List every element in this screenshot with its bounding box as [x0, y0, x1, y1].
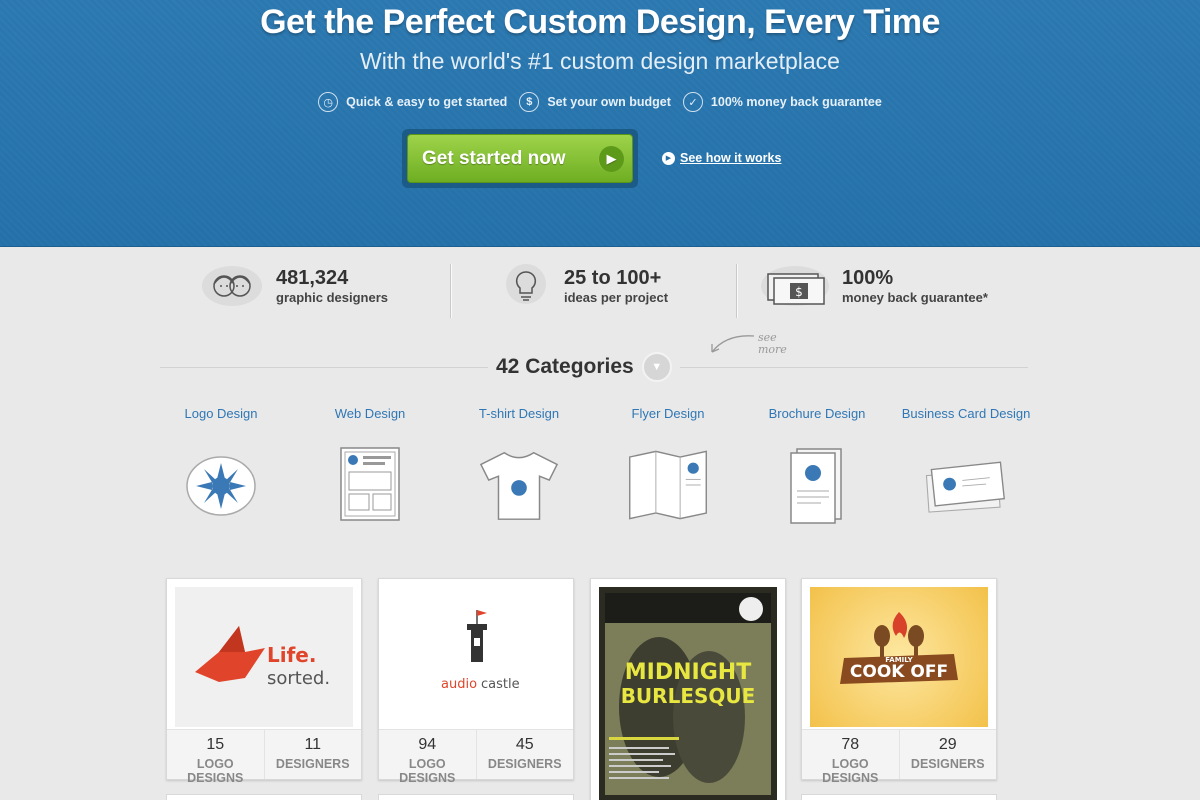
- count-label: LOGO DESIGNS: [187, 757, 244, 785]
- feature-item: ✓ 100% money back guarantee: [682, 92, 882, 112]
- feature-label: 100% money back guarantee: [710, 95, 882, 109]
- brochure-icon: [775, 443, 859, 527]
- logo-designs-count: 15 LOGO DESIGNS: [167, 730, 265, 785]
- stat-label: graphic designers: [276, 290, 388, 305]
- check-icon: ✓: [682, 92, 703, 112]
- hero-title: Get the Perfect Custom Design, Every Tim…: [260, 3, 940, 41]
- stat-value: 25 to 100+: [564, 267, 662, 289]
- category-label[interactable]: Logo Design: [151, 406, 291, 421]
- svg-text:$: $: [795, 285, 803, 299]
- count-value: 94: [418, 736, 437, 753]
- tshirt-icon: [477, 443, 561, 527]
- count-value: 15: [206, 736, 225, 753]
- design-card[interactable]: Life. sorted. 15 LOGO DESIGNS 11 DESIGNE…: [166, 578, 362, 785]
- logo-designs-count: 94 LOGO DESIGNS: [379, 730, 477, 785]
- brand-line: Life.: [267, 643, 316, 667]
- see-how-it-works-link[interactable]: ▶ See how it works: [662, 151, 781, 165]
- count-label: DESIGNERS: [275, 757, 350, 771]
- category-label[interactable]: Brochure Design: [747, 406, 887, 421]
- designers-count: 45 DESIGNERS: [477, 730, 574, 779]
- feature-item: ◷ Quick & easy to get started: [318, 92, 507, 112]
- brand-line: audio: [441, 677, 477, 692]
- design-card-next[interactable]: [378, 794, 574, 800]
- category-label[interactable]: Business Card Design: [896, 406, 1036, 421]
- category-logo-design[interactable]: Logo Design: [151, 406, 291, 527]
- life-sorted-logo[interactable]: Life. sorted.: [175, 587, 353, 727]
- get-started-button[interactable]: Get started now ▶: [407, 134, 633, 183]
- brand-line: BURLESQUE: [621, 684, 756, 708]
- category-label[interactable]: T-shirt Design: [449, 406, 589, 421]
- designers-count: 11 DESIGNERS: [265, 730, 362, 779]
- see-more-hint: see more: [706, 330, 787, 363]
- stat-ideas: 25 to 100+ ideas per project: [500, 262, 668, 310]
- feature-item: $ Set your own budget: [519, 92, 671, 112]
- count-label: DESIGNERS: [910, 757, 985, 771]
- logo-designs-count: 78 LOGO DESIGNS: [802, 730, 900, 785]
- midnight-burlesque-poster[interactable]: MIDNIGHT BURLESQUE: [599, 587, 777, 800]
- category-flyer-design[interactable]: Flyer Design: [598, 406, 738, 527]
- stat-value: 100%: [842, 267, 894, 289]
- audiocastle-logo[interactable]: audio castle: [387, 587, 565, 727]
- cta-frame: Get started now ▶: [402, 129, 638, 188]
- card-stats: 15 LOGO DESIGNS 11 DESIGNERS: [167, 729, 362, 785]
- category-tshirt-design[interactable]: T-shirt Design: [449, 406, 589, 527]
- business-card-icon: [924, 443, 1008, 527]
- brand-line: COOK OFF: [850, 662, 948, 682]
- design-card-next[interactable]: [801, 794, 997, 800]
- see-more-label: see more: [758, 331, 787, 356]
- count-label: LOGO DESIGNS: [399, 757, 456, 785]
- category-brochure-design[interactable]: Brochure Design: [747, 406, 887, 527]
- feature-label: Quick & easy to get started: [346, 95, 508, 109]
- feature-label: Set your own budget: [547, 95, 671, 109]
- hero-banner: Get the Perfect Custom Design, Every Tim…: [0, 0, 1200, 247]
- get-started-label: Get started now: [422, 147, 566, 169]
- stat-designers: 481,324 graphic designers: [200, 262, 388, 310]
- brand-line: castle: [481, 677, 520, 692]
- card-stats: 94 LOGO DESIGNS 45 DESIGNERS: [379, 729, 574, 785]
- stat-label: ideas per project: [564, 290, 669, 305]
- design-card-next[interactable]: [166, 794, 362, 800]
- arrow-right-icon: ▶: [598, 145, 624, 172]
- hero-subtitle: With the world's #1 custom design market…: [360, 48, 840, 74]
- count-value: 11: [304, 736, 322, 753]
- count-label: DESIGNERS: [487, 757, 562, 771]
- clock-icon: ◷: [318, 92, 339, 112]
- count-value: 78: [841, 736, 860, 753]
- logo-design-icon: [179, 443, 263, 527]
- card-stats: 78 LOGO DESIGNS 29 DESIGNERS: [802, 729, 997, 785]
- category-label[interactable]: Flyer Design: [598, 406, 738, 421]
- designers-icon: [200, 262, 264, 310]
- divider: [736, 264, 737, 318]
- chevron-down-icon[interactable]: ▼: [641, 352, 672, 382]
- curved-arrow-icon: [711, 335, 755, 353]
- designers-count: 29 DESIGNERS: [900, 730, 997, 779]
- category-label[interactable]: Web Design: [300, 406, 440, 421]
- categories-heading[interactable]: 42 Categories ▼: [488, 352, 680, 382]
- flyer-icon: [626, 443, 710, 527]
- feature-list: ◷ Quick & easy to get started $ Set your…: [0, 92, 1200, 112]
- stat-value: 481,324: [276, 267, 349, 289]
- design-card[interactable]: FAMILY COOK OFF 78 LOGO DESIGNS 29 DESIG…: [801, 578, 997, 785]
- see-how-it-works-label: See how it works: [680, 151, 782, 165]
- design-card[interactable]: audio castle 94 LOGO DESIGNS 45 DESIGNER…: [378, 578, 574, 785]
- family-cook-off-logo[interactable]: FAMILY COOK OFF: [810, 587, 988, 727]
- category-business-card-design[interactable]: Business Card Design: [896, 406, 1036, 527]
- brand-line: sorted.: [267, 668, 330, 689]
- category-web-design[interactable]: Web Design: [300, 406, 440, 527]
- count-value: 45: [515, 736, 534, 753]
- design-card[interactable]: MIDNIGHT BURLESQUE: [590, 578, 786, 800]
- count-value: 29: [938, 736, 957, 753]
- count-label: LOGO DESIGNS: [822, 757, 879, 785]
- lightbulb-icon: [500, 262, 552, 310]
- stat-guarantee: $ 100% money back guarantee*: [760, 262, 988, 310]
- brand-line: MIDNIGHT: [625, 660, 751, 685]
- play-icon: ▶: [662, 151, 675, 165]
- stat-label: money back guarantee*: [842, 290, 988, 305]
- divider: [450, 264, 451, 318]
- money-icon: $: [760, 262, 830, 310]
- dollar-icon: $: [519, 92, 540, 112]
- web-design-icon: [328, 443, 412, 527]
- categories-title: 42 Categories: [496, 355, 634, 378]
